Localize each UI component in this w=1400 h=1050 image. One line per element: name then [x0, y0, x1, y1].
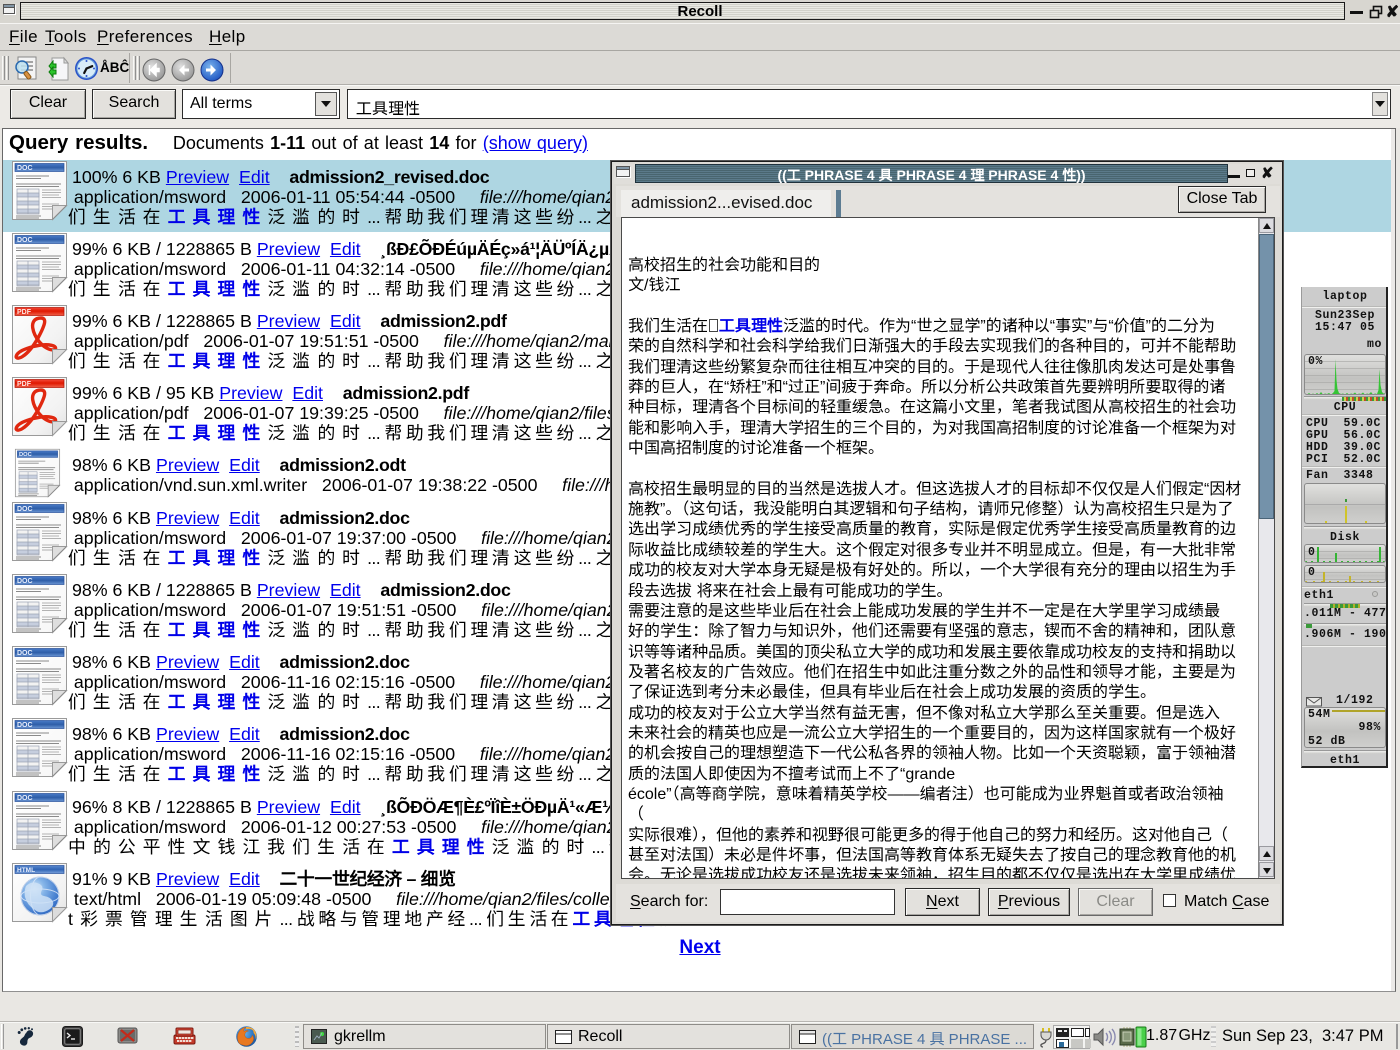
svg-text:DOC: DOC [17, 506, 33, 513]
svg-text:DOC: DOC [17, 578, 33, 585]
svg-text:DOC: DOC [19, 452, 32, 458]
svg-text:DOC: DOC [17, 722, 33, 729]
svg-text:PDF: PDF [17, 309, 32, 316]
svg-text:PDF: PDF [17, 381, 32, 388]
svg-text:HTML: HTML [17, 867, 35, 874]
svg-text:DOC: DOC [17, 237, 33, 244]
svg-text:DOC: DOC [17, 165, 33, 172]
svg-text:DOC: DOC [17, 795, 33, 802]
svg-text:DOC: DOC [17, 650, 33, 657]
